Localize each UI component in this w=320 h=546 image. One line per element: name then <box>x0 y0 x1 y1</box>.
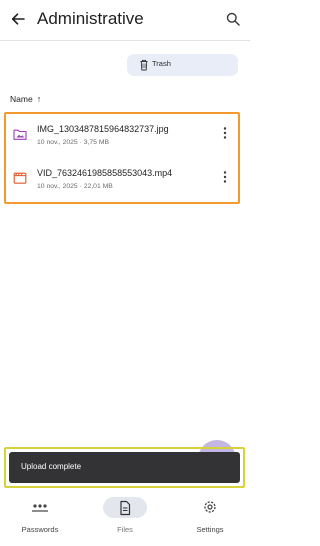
image-folder-icon <box>13 129 27 140</box>
more-options-icon[interactable] <box>222 170 228 184</box>
file-meta: 10 nov., 2025 · 3,75 MB <box>37 139 110 146</box>
video-icon <box>13 172 27 184</box>
file-list: IMG_1303487815964832737.jpg 10 nov., 202… <box>4 112 240 204</box>
file-name: IMG_1303487815964832737.jpg <box>37 124 169 134</box>
nav-item-passwords[interactable]: Passwords <box>0 492 80 546</box>
nav-label: Files <box>117 525 133 534</box>
sort-by-name[interactable]: Name ↑ <box>10 94 41 104</box>
snackbar: Upload complete <box>9 452 240 483</box>
trash-button[interactable]: Trash <box>127 54 238 76</box>
back-arrow-icon[interactable] <box>10 11 26 27</box>
nav-item-settings[interactable]: Settings <box>170 492 250 546</box>
trash-label: Trash <box>152 59 171 68</box>
page-title: Administrative <box>37 9 144 28</box>
file-meta: 10 nov., 2025 · 22,01 MB <box>37 183 113 190</box>
nav-label: Settings <box>196 525 224 534</box>
search-icon[interactable] <box>226 12 240 26</box>
sort-arrow-icon: ↑ <box>36 94 42 104</box>
trash-icon <box>140 59 148 71</box>
header-divider <box>0 40 250 41</box>
file-icon <box>120 500 131 516</box>
app-bar: Administrative <box>0 0 250 40</box>
nav-item-files[interactable]: Files <box>85 492 165 546</box>
snackbar-message: Upload complete <box>21 462 82 471</box>
more-options-icon[interactable] <box>222 126 228 140</box>
file-row-video[interactable]: VID_7632461985858553043.mp4 10 nov., 202… <box>6 160 238 204</box>
file-name: VID_7632461985858553043.mp4 <box>37 168 173 178</box>
nav-label: Passwords <box>21 525 59 534</box>
gear-icon <box>204 501 216 513</box>
sort-label: Name <box>10 94 33 104</box>
bottom-navigation: Passwords Files Settings <box>0 492 250 546</box>
file-row-image[interactable]: IMG_1303487815964832737.jpg 10 nov., 202… <box>6 116 238 160</box>
password-dots-icon <box>32 504 48 512</box>
